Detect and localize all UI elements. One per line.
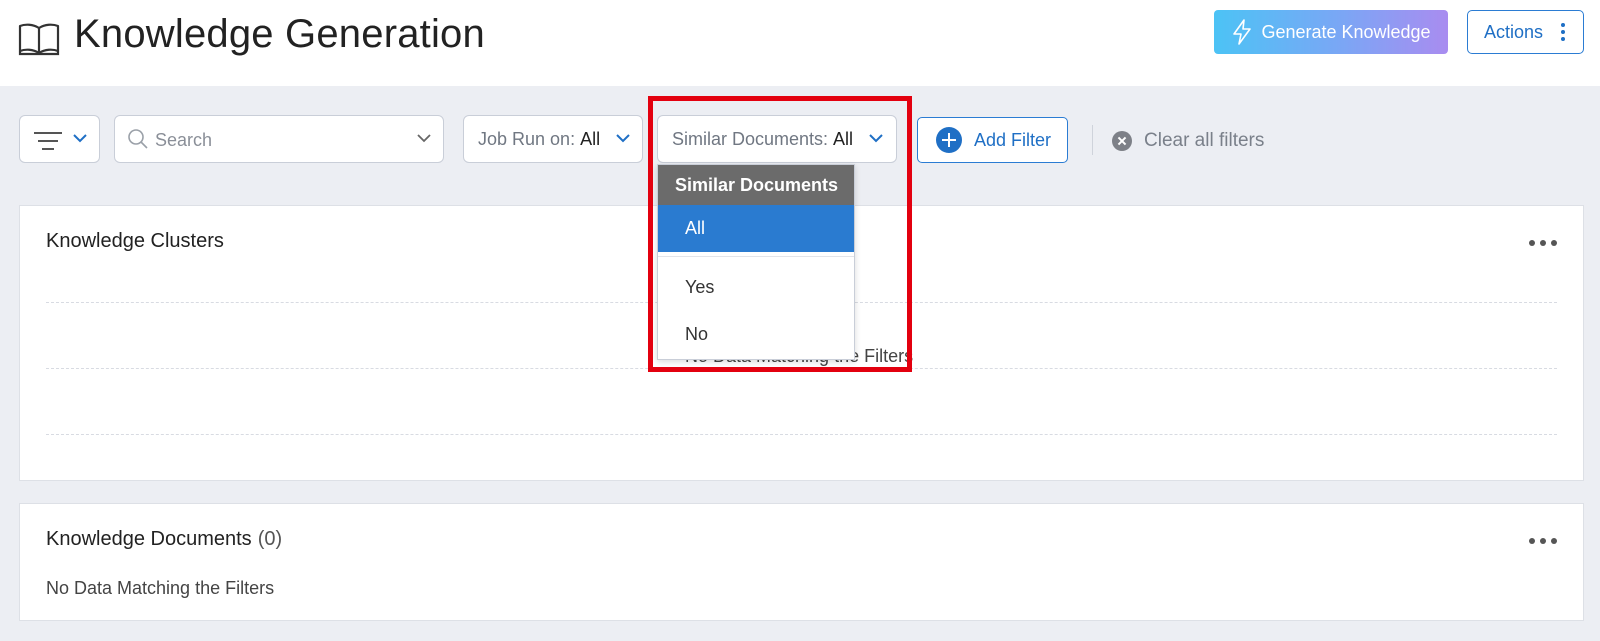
chevron-down-icon (73, 134, 87, 143)
job-run-filter[interactable]: Job Run on: All (463, 115, 643, 163)
filter-lines-icon (34, 132, 62, 150)
job-run-label: Job Run on: (478, 128, 576, 149)
chevron-down-icon[interactable] (417, 134, 431, 143)
add-filter-button[interactable]: Add Filter (917, 117, 1068, 163)
page-title: Knowledge Generation (74, 12, 485, 56)
toolbar-divider (1092, 125, 1093, 155)
close-circle-icon (1112, 131, 1132, 151)
divider (46, 434, 1557, 435)
knowledge-clusters-title: Knowledge Clusters (46, 230, 224, 252)
knowledge-documents-title-text: Knowledge Documents (46, 528, 252, 550)
more-options-icon[interactable] (1529, 240, 1557, 246)
job-run-value: All (580, 128, 601, 149)
lightning-icon (1233, 19, 1252, 45)
highlight-box (648, 96, 912, 372)
chevron-down-icon (616, 134, 630, 143)
actions-label: Actions (1484, 21, 1544, 42)
clear-all-label: Clear all filters (1144, 130, 1265, 151)
search-box[interactable] (114, 115, 444, 163)
clear-all-filters-button[interactable]: Clear all filters (1112, 128, 1264, 154)
generate-knowledge-button[interactable]: Generate Knowledge (1214, 10, 1448, 54)
knowledge-documents-panel: Knowledge Documents (0) No Data Matching … (19, 503, 1584, 621)
top-bar: Knowledge Generation Generate Knowledge … (0, 0, 1600, 86)
empty-message: No Data Matching the Filters (46, 578, 275, 598)
more-options-icon[interactable] (1529, 538, 1557, 544)
add-filter-label: Add Filter (974, 129, 1052, 150)
document-count: (0) (257, 528, 283, 550)
search-input[interactable] (155, 126, 395, 154)
filter-menu-button[interactable] (19, 115, 100, 163)
search-icon (128, 129, 148, 149)
book-open-icon (18, 23, 60, 56)
generate-knowledge-label: Generate Knowledge (1261, 21, 1431, 42)
actions-button[interactable]: Actions (1467, 10, 1584, 54)
plus-circle-icon (936, 127, 962, 153)
kebab-icon (1561, 23, 1565, 43)
knowledge-documents-title: Knowledge Documents (0) (46, 528, 282, 551)
